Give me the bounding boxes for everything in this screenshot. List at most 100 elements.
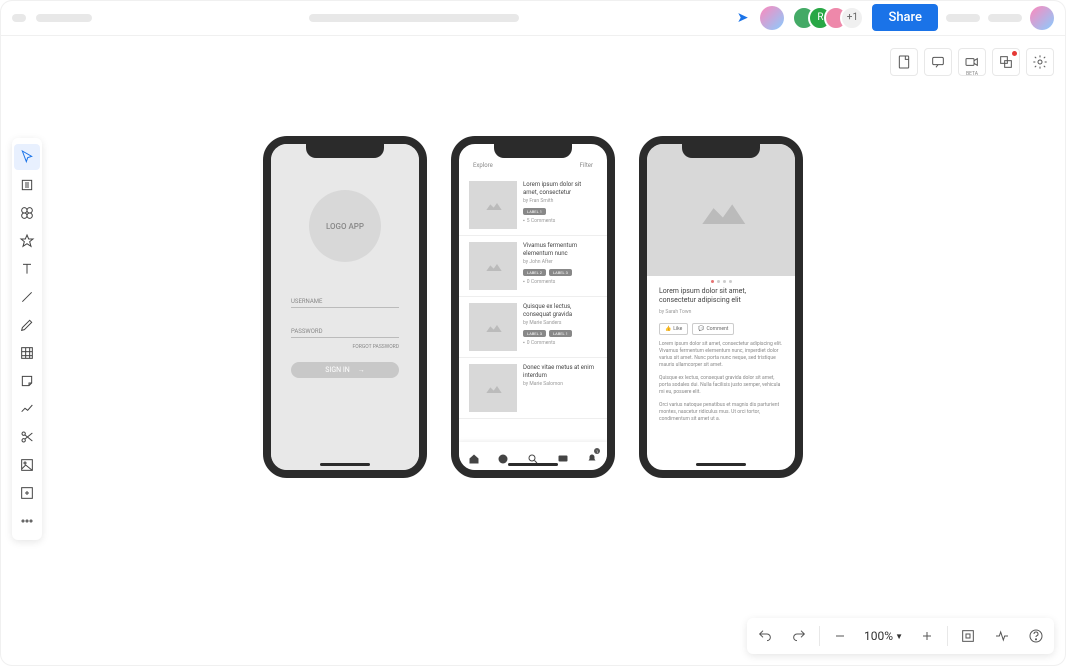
phone-notch [494, 144, 572, 158]
label-chip: LABEL 2 [523, 269, 546, 276]
dot[interactable] [723, 280, 726, 283]
dot-active[interactable] [711, 280, 714, 283]
bottombar: 100%▼ [747, 618, 1054, 654]
nav-bell-icon[interactable]: 1 [586, 450, 598, 462]
forgot-password-link[interactable]: FORGOT PASSWORD [291, 344, 399, 350]
list-item-body: Donec vitae metus at enim interdum by Ma… [523, 364, 597, 412]
nav-messages-icon[interactable] [557, 450, 569, 462]
avatar-overflow-badge[interactable]: +1 [840, 6, 864, 30]
list-item-comments[interactable]: ▪0 Comments [523, 279, 597, 285]
list-content: Explore Filter Lorem ipsum dolor sit ame… [459, 144, 607, 470]
like-label: Like [673, 326, 682, 332]
hero-image-placeholder [647, 144, 795, 276]
label-chip: LABEL 3 [549, 269, 572, 276]
nav-explore-icon[interactable] [497, 450, 509, 462]
detail-paragraph: Lorem ipsum dolor sit amet, consectetur … [659, 341, 783, 369]
list-item-labels: LABEL 2LABEL 3 [523, 269, 597, 276]
thumbnail-placeholder [469, 364, 517, 412]
topbar-right: ➤ R +1 Share [737, 4, 1054, 31]
activity-button[interactable] [988, 622, 1016, 650]
mockup-detail-screen[interactable]: Lorem ipsum dolor sit amet, consectetur … [639, 136, 803, 478]
topbar-center [92, 14, 737, 22]
list-item-title: Lorem ipsum dolor sit amet, consectetur [523, 181, 597, 197]
list-item-author: by Marie Salomon [523, 381, 597, 387]
nav-search-icon[interactable] [527, 450, 539, 462]
list-item-body: Lorem ipsum dolor sit amet, consectetur … [523, 181, 597, 229]
home-indicator [696, 463, 746, 466]
avatar-presenter[interactable] [760, 6, 784, 30]
zoom-out-button[interactable] [826, 622, 854, 650]
doc-title-placeholder[interactable] [36, 14, 92, 22]
dot[interactable] [717, 280, 720, 283]
explore-tab[interactable]: Explore [473, 162, 493, 169]
help-button[interactable] [1022, 622, 1050, 650]
list-item[interactable]: Lorem ipsum dolor sit amet, consectetur … [459, 175, 607, 236]
comment-button[interactable]: 💬Comment [692, 323, 734, 335]
multiplayer-cursor-icon: ➤ [737, 10, 749, 26]
nav-home-icon[interactable] [468, 450, 480, 462]
label-chip: LABEL 3 [523, 330, 546, 337]
detail-author: by Sarah Town [659, 309, 783, 315]
phone-notch [306, 144, 384, 158]
dot[interactable] [729, 280, 732, 283]
thumb-up-icon: 👍 [665, 326, 671, 332]
like-button[interactable]: 👍Like [659, 323, 688, 335]
separator [819, 626, 820, 646]
list-item[interactable]: Quisque ex lectus, consequat gravida by … [459, 297, 607, 358]
list-container: Lorem ipsum dolor sit amet, consectetur … [459, 175, 607, 449]
list-item-body: Vivamus fermentum elementum nunc by John… [523, 242, 597, 290]
avatar-stack: R +1 [792, 6, 864, 30]
list-item[interactable]: Vivamus fermentum elementum nunc by John… [459, 236, 607, 297]
topbar-left [12, 14, 92, 22]
list-item-author: by Fran Smith [523, 198, 597, 204]
chevron-down-icon: ▼ [895, 632, 903, 641]
label-chip: LABEL 1 [523, 208, 546, 215]
home-indicator [320, 463, 370, 466]
redo-button[interactable] [785, 622, 813, 650]
arrow-right-icon: → [358, 366, 365, 374]
list-item-author: by John After [523, 259, 597, 265]
mockup-login-screen[interactable]: LOGO APP USERNAME PASSWORD FORGOT PASSWO… [263, 136, 427, 478]
thumbnail-placeholder [469, 181, 517, 229]
mockup-list-screen[interactable]: Explore Filter Lorem ipsum dolor sit ame… [451, 136, 615, 478]
nav-badge: 1 [594, 448, 600, 454]
list-item-title: Quisque ex lectus, consequat gravida [523, 303, 597, 319]
detail-paragraph: Orci varius natoque penatibus et magnis … [659, 402, 783, 423]
detail-paragraph: Quisque ex lectus, consequat gravida dol… [659, 375, 783, 396]
login-content: LOGO APP USERNAME PASSWORD FORGOT PASSWO… [271, 144, 419, 470]
username-field[interactable]: USERNAME [291, 298, 399, 308]
detail-content: Lorem ipsum dolor sit amet, consectetur … [647, 144, 795, 470]
avatar-self[interactable] [1030, 6, 1054, 30]
label-chip: LABEL 1 [549, 330, 572, 337]
fit-button[interactable] [954, 622, 982, 650]
list-item[interactable]: Donec vitae metus at enim interdum by Ma… [459, 358, 607, 419]
password-field[interactable]: PASSWORD [291, 328, 399, 338]
detail-title: Lorem ipsum dolor sit amet, consectetur … [659, 287, 783, 305]
list-item-labels: LABEL 1 [523, 208, 597, 215]
zoom-in-button[interactable] [913, 622, 941, 650]
share-button[interactable]: Share [872, 4, 938, 31]
detail-actions: 👍Like 💬Comment [659, 323, 783, 335]
breadcrumb-placeholder[interactable] [309, 14, 519, 22]
signin-button[interactable]: SIGN IN → [291, 362, 399, 378]
thumbnail-placeholder [469, 242, 517, 290]
canvas[interactable]: LOGO APP USERNAME PASSWORD FORGOT PASSWO… [0, 36, 1066, 666]
comment-icon: ▪ [523, 218, 525, 224]
comment-icon: 💬 [698, 326, 704, 332]
comment-icon: ▪ [523, 340, 525, 346]
menu-icon[interactable] [12, 14, 26, 22]
list-item-body: Quisque ex lectus, consequat gravida by … [523, 303, 597, 351]
phone-notch [682, 144, 760, 158]
list-item-comments[interactable]: ▪0 Comments [523, 340, 597, 346]
separator [947, 626, 948, 646]
comment-icon: ▪ [523, 279, 525, 285]
filter-button[interactable]: Filter [580, 162, 593, 169]
undo-button[interactable] [751, 622, 779, 650]
signin-label: SIGN IN [325, 366, 349, 374]
topbar-pill[interactable] [946, 14, 980, 22]
list-item-comments[interactable]: ▪5 Comments [523, 218, 597, 224]
topbar: ➤ R +1 Share [0, 0, 1066, 36]
topbar-pill[interactable] [988, 14, 1022, 22]
home-indicator [508, 463, 558, 466]
zoom-level[interactable]: 100%▼ [860, 629, 907, 643]
